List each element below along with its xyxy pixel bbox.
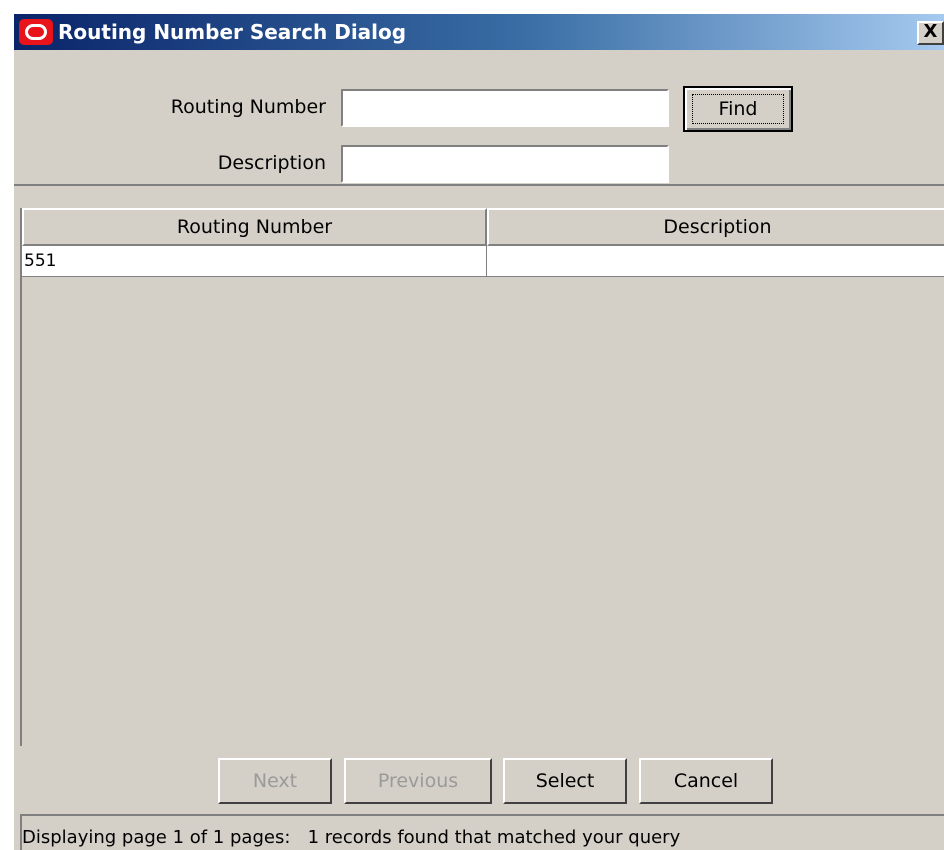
cell-routing-number: 551 bbox=[22, 246, 487, 276]
select-button[interactable]: Select bbox=[503, 758, 627, 804]
previous-button[interactable]: Previous bbox=[344, 758, 492, 804]
status-bar: Displaying page 1 of 1 pages: 1 records … bbox=[20, 814, 944, 850]
column-header-description[interactable]: Description bbox=[487, 208, 944, 246]
table-row[interactable]: 551 bbox=[22, 246, 944, 277]
oracle-logo-icon bbox=[19, 19, 53, 45]
next-button[interactable]: Next bbox=[218, 758, 332, 804]
routing-number-input[interactable] bbox=[341, 89, 669, 127]
title-bar[interactable]: Routing Number Search Dialog X bbox=[14, 14, 944, 50]
results-table[interactable]: Routing Number Description 551 bbox=[20, 208, 944, 746]
close-button[interactable]: X bbox=[917, 21, 944, 45]
routing-number-label: Routing Number bbox=[170, 96, 326, 118]
routing-number-search-dialog: Routing Number Search Dialog X Routing N… bbox=[12, 14, 944, 850]
dialog-title: Routing Number Search Dialog bbox=[58, 20, 407, 44]
find-button-label: Find bbox=[692, 94, 784, 124]
column-header-routing-number[interactable]: Routing Number bbox=[22, 208, 487, 246]
description-label: Description bbox=[217, 152, 326, 174]
description-input[interactable] bbox=[341, 145, 669, 183]
cell-description bbox=[487, 246, 944, 276]
find-button[interactable]: Find bbox=[683, 86, 793, 132]
status-text: Displaying page 1 of 1 pages: 1 records … bbox=[22, 826, 681, 848]
cancel-button[interactable]: Cancel bbox=[639, 758, 773, 804]
